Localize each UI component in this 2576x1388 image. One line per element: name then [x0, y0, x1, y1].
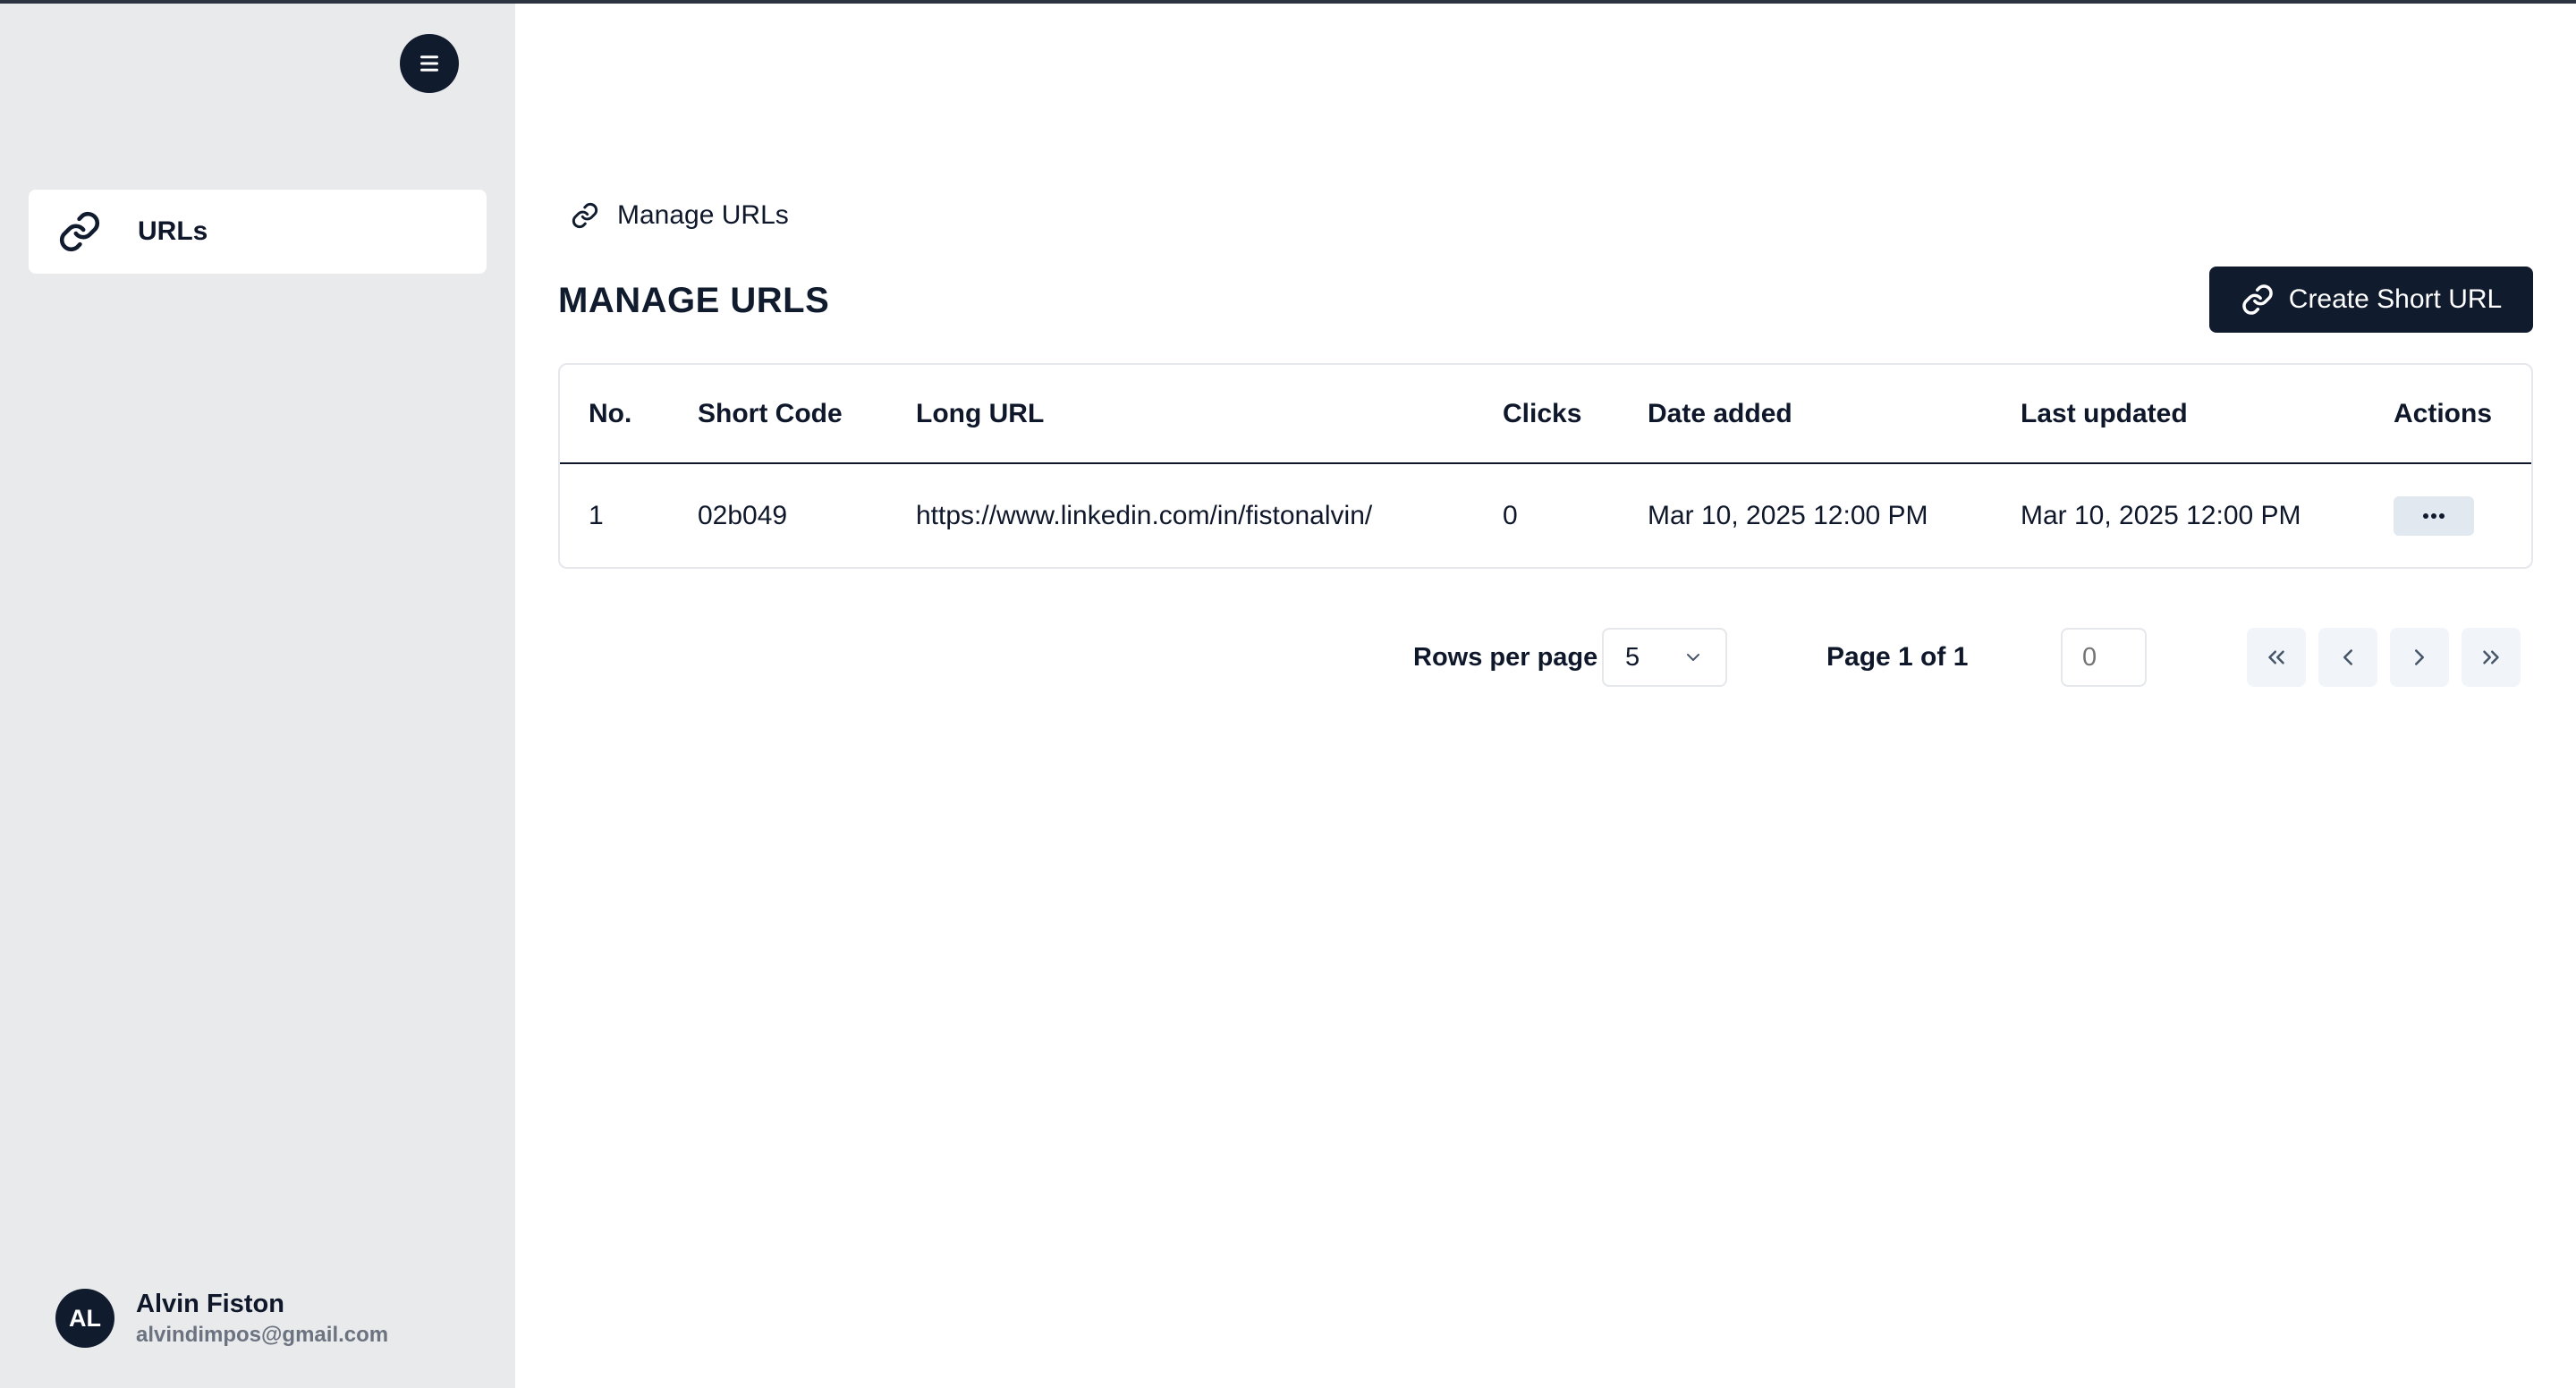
- page-number-input[interactable]: [2061, 628, 2147, 687]
- menu-toggle-button[interactable]: [400, 34, 459, 93]
- chevrons-left-icon: [2268, 650, 2284, 664]
- more-horizontal-icon: [2423, 512, 2445, 519]
- hamburger-icon: [420, 55, 438, 72]
- sidebar-item-label: URLs: [138, 216, 208, 246]
- chevron-right-icon: [2415, 649, 2424, 665]
- first-page-button[interactable]: [2247, 628, 2306, 687]
- user-info: Alvin Fiston alvindimpos@gmail.com: [136, 1287, 388, 1350]
- row-actions-button[interactable]: [2394, 495, 2474, 536]
- pagination: Rows per page 5 Page 1 of 1: [515, 628, 2576, 687]
- page-title: MANAGE URLS: [558, 281, 830, 320]
- link-icon: [59, 211, 100, 252]
- next-page-button[interactable]: [2390, 628, 2449, 687]
- user-email: alvindimpos@gmail.com: [136, 1323, 389, 1347]
- cell-short-code: 02b049: [698, 500, 788, 530]
- breadcrumb-label[interactable]: Manage URLs: [617, 200, 789, 231]
- cell-no: 1: [589, 500, 604, 530]
- header-actions: Actions: [2365, 365, 2531, 464]
- main-content: Manage URLs MANAGE URLS Create Short URL…: [515, 4, 2576, 1388]
- avatar: AL: [55, 1289, 114, 1348]
- link-icon: [572, 202, 598, 229]
- sidebar-item-urls[interactable]: URLs: [29, 190, 487, 274]
- rows-per-page-label: Rows per page: [1413, 643, 1598, 672]
- cell-clicks: 0: [1503, 500, 1518, 530]
- chevron-left-icon: [2343, 649, 2352, 665]
- cell-date-added: Mar 10, 2025 12:00 PM: [1648, 500, 1928, 530]
- cell-last-updated: Mar 10, 2025 12:00 PM: [2021, 500, 2301, 530]
- create-short-url-button[interactable]: Create Short URL: [2209, 267, 2533, 333]
- sidebar: URLs AL Alvin Fiston alvindimpos@gmail.c…: [0, 4, 515, 1388]
- header-short-code: Short Code: [669, 365, 887, 464]
- rows-per-page-value: 5: [1625, 642, 1640, 672]
- header-clicks: Clicks: [1474, 365, 1619, 464]
- table-row: 1 02b049 https://www.linkedin.com/in/fis…: [560, 463, 2531, 567]
- link-icon: [2242, 284, 2273, 315]
- cell-actions: [2365, 463, 2531, 567]
- header-no: No.: [560, 365, 669, 464]
- last-page-button[interactable]: [2462, 628, 2521, 687]
- chevron-down-icon: [1687, 654, 1699, 661]
- header-last-updated: Last updated: [1992, 365, 2365, 464]
- table-header-row: No. Short Code Long URL Clicks Date adde…: [560, 365, 2531, 464]
- rows-per-page-select[interactable]: 5: [1602, 628, 1727, 687]
- header-long-url: Long URL: [887, 365, 1474, 464]
- page-info: Page 1 of 1: [1826, 642, 1969, 672]
- breadcrumb: Manage URLs: [571, 195, 789, 236]
- chevrons-right-icon: [2483, 650, 2499, 664]
- cell-long-url: https://www.linkedin.com/in/fistonalvin/: [916, 500, 1373, 530]
- app-window: URLs AL Alvin Fiston alvindimpos@gmail.c…: [0, 0, 2576, 1388]
- urls-table: No. Short Code Long URL Clicks Date adde…: [558, 363, 2533, 569]
- user-name: Alvin Fiston: [136, 1290, 284, 1318]
- user-profile[interactable]: AL Alvin Fiston alvindimpos@gmail.com: [55, 1282, 388, 1354]
- create-button-label: Create Short URL: [2288, 284, 2503, 314]
- previous-page-button[interactable]: [2318, 628, 2377, 687]
- header-date-added: Date added: [1619, 365, 1992, 464]
